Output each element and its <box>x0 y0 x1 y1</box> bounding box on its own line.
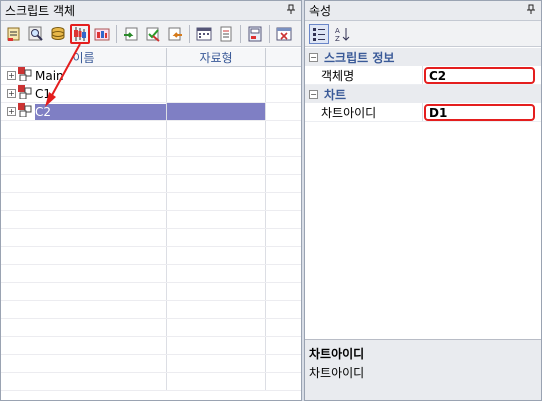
toolbar-separator <box>269 24 270 43</box>
candlestick-chart-icon[interactable] <box>70 23 90 44</box>
property-description: 차트아이디 차트아이디 <box>305 339 541 400</box>
property-value-object-name[interactable]: C2 <box>424 67 535 84</box>
verify-icon[interactable] <box>143 24 163 44</box>
column-header-extra <box>266 48 301 67</box>
chart-node-icon <box>18 103 32 120</box>
column-header-name[interactable]: 이름 <box>1 48 167 67</box>
pin-icon[interactable] <box>285 4 297 17</box>
script-objects-toolbar <box>1 21 301 47</box>
category-label: 차트 <box>324 87 347 102</box>
grid-header: 이름 자료형 <box>1 48 301 67</box>
category-label: 스크립트 정보 <box>324 50 395 65</box>
description-title: 차트아이디 <box>309 347 365 361</box>
script-objects-titlebar: 스크립트 객체 <box>1 1 301 21</box>
property-value-chart-id[interactable]: D1 <box>424 104 535 121</box>
close-window-icon[interactable] <box>274 24 294 44</box>
tree-row-c1[interactable]: + C1 <box>1 85 301 103</box>
collapse-icon[interactable]: − <box>309 52 318 62</box>
property-row-chart-id[interactable]: 차트아이디 D1 <box>305 103 541 122</box>
chart-node-icon <box>18 85 32 102</box>
property-grid: − 스크립트 정보 객체명 C2 − 차트 차트아이디 D1 <box>305 48 541 338</box>
description-text: 차트아이디 <box>309 366 365 380</box>
script-edit-icon[interactable] <box>4 24 24 44</box>
tree-item-label: C1 <box>35 86 52 101</box>
properties-toolbar: AZ <box>305 21 541 47</box>
toolbar-separator <box>240 24 241 43</box>
panel-title: 스크립트 객체 <box>5 4 76 18</box>
properties-titlebar: 속성 <box>305 1 541 21</box>
document-icon[interactable] <box>216 24 236 44</box>
property-row-object-name[interactable]: 객체명 C2 <box>305 66 541 85</box>
script-object-tree: + Main + C1 + C2 <box>1 67 301 400</box>
toolbar-separator <box>116 24 117 43</box>
export-icon[interactable] <box>165 24 185 44</box>
toolbar-separator <box>189 24 190 43</box>
tree-row-main[interactable]: + Main <box>1 67 301 85</box>
search-icon[interactable] <box>26 24 46 44</box>
property-key: 객체명 <box>305 66 423 84</box>
tree-item-label: Main <box>35 68 64 83</box>
database-icon[interactable] <box>48 24 68 44</box>
expand-icon[interactable]: + <box>7 71 16 80</box>
categorized-view-icon[interactable] <box>309 23 329 44</box>
tree-item-label: C2 <box>35 104 52 119</box>
category-script-info[interactable]: − 스크립트 정보 <box>305 48 541 66</box>
chart-object-icon[interactable] <box>92 24 112 44</box>
properties-panel: 속성 AZ − 스크립트 정보 객체명 C2 − 차트 차트아이디 D1 차트아… <box>304 0 542 401</box>
tree-row-c2[interactable]: + C2 <box>1 103 301 121</box>
calendar-icon[interactable] <box>194 24 214 44</box>
panel-title: 속성 <box>309 4 332 18</box>
category-chart[interactable]: − 차트 <box>305 85 541 103</box>
save-icon[interactable] <box>245 24 265 44</box>
property-key: 차트아이디 <box>305 103 423 121</box>
svg-text:A: A <box>335 27 340 35</box>
column-header-type[interactable]: 자료형 <box>167 48 266 67</box>
script-objects-panel: 스크립트 객체 이름 자료형 + Main + C1 + C2 <box>0 0 302 401</box>
import-icon[interactable] <box>121 24 141 44</box>
expand-icon[interactable]: + <box>7 107 16 116</box>
expand-icon[interactable]: + <box>7 89 16 98</box>
sort-alphabetical-icon[interactable]: AZ <box>332 24 352 44</box>
svg-text:Z: Z <box>335 35 340 42</box>
collapse-icon[interactable]: − <box>309 89 318 99</box>
chart-node-icon <box>18 67 32 84</box>
pin-icon[interactable] <box>525 4 537 17</box>
